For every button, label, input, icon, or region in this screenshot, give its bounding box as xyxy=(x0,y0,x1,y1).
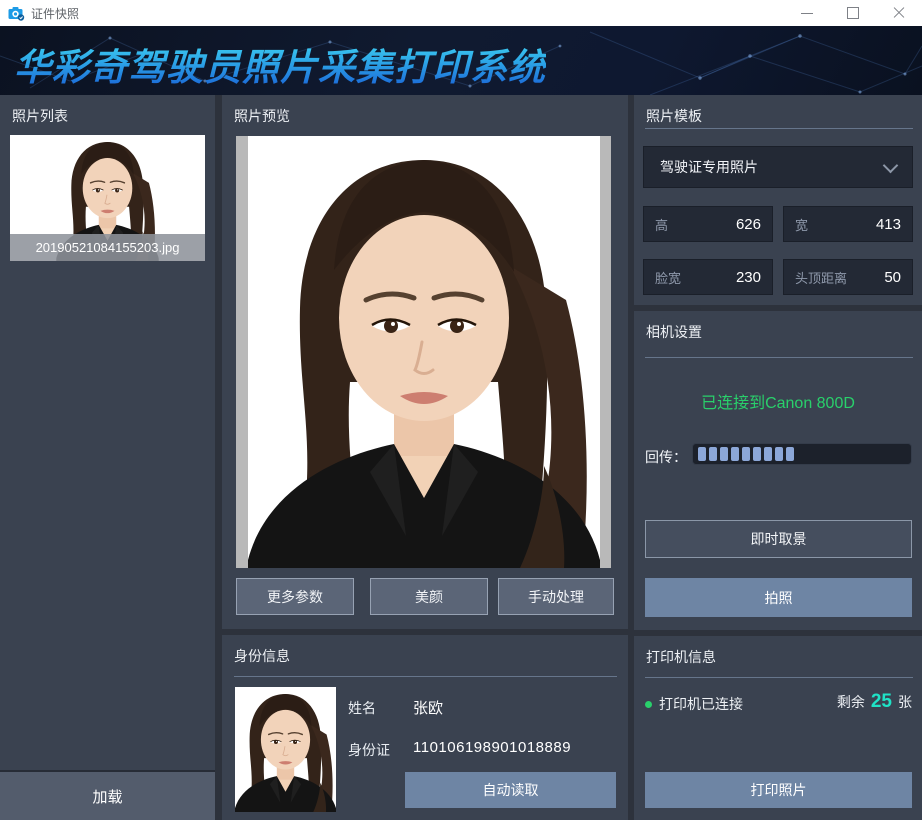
window-title: 证件快照 xyxy=(31,5,79,22)
height-value: 626 xyxy=(736,216,761,233)
auto-read-button[interactable]: 自动读取 xyxy=(405,772,616,808)
print-photo-button[interactable]: 打印照片 xyxy=(645,772,912,808)
camera-title: 相机设置 xyxy=(646,322,702,342)
preview-title: 照片预览 xyxy=(234,106,290,126)
identity-portrait xyxy=(235,687,336,812)
head-margin-value: 50 xyxy=(884,269,901,286)
face-width-field[interactable]: 脸宽 230 xyxy=(643,259,773,295)
template-title: 照片模板 xyxy=(646,106,702,126)
template-selected-value: 驾驶证专用照片 xyxy=(660,157,758,177)
manual-process-button[interactable]: 手动处理 xyxy=(498,578,614,615)
printer-connected-dot-icon xyxy=(645,701,652,708)
close-icon xyxy=(893,7,905,19)
remaining-prefix: 剩余 xyxy=(837,692,865,712)
close-button[interactable] xyxy=(876,0,922,26)
name-label: 姓名 xyxy=(348,698,376,718)
preview-area xyxy=(236,136,611,568)
load-button[interactable]: 加载 xyxy=(0,770,215,820)
photo-template-panel: 照片模板 驾驶证专用照片 高 626 宽 413 脸宽 230 头顶距离 50 xyxy=(634,95,922,305)
printer-divider xyxy=(645,677,913,678)
remaining-count: 25 xyxy=(871,691,892,713)
live-view-button[interactable]: 即时取景 xyxy=(645,520,912,558)
camera-divider xyxy=(645,357,913,358)
transfer-label: 回传： xyxy=(645,447,687,467)
width-label: 宽 xyxy=(795,215,808,234)
printer-info-panel: 打印机信息 打印机已连接 剩余 25 张 打印照片 xyxy=(634,636,922,820)
identity-title: 身份信息 xyxy=(234,646,290,666)
photo-preview-panel: 照片预览 更多参数 美颜 手动处理 xyxy=(222,95,628,629)
app-banner: 华彩奇驾驶员照片采集打印系统 xyxy=(0,26,922,95)
transfer-progress xyxy=(692,443,912,465)
camera-status-text: 已连接到Canon 800D xyxy=(634,389,922,413)
remaining-suffix: 张 xyxy=(898,692,912,712)
minimize-icon xyxy=(801,13,813,14)
app-title: 华彩奇驾驶员照片采集打印系统 xyxy=(14,37,546,91)
width-value: 413 xyxy=(876,216,901,233)
width-field[interactable]: 宽 413 xyxy=(783,206,913,242)
head-margin-label: 头顶距离 xyxy=(795,268,847,287)
remaining-sheets: 剩余 25 张 xyxy=(837,691,912,713)
face-width-value: 230 xyxy=(736,269,761,286)
name-value: 张欧 xyxy=(413,697,443,718)
identity-divider xyxy=(234,676,617,677)
identity-panel: 身份信息 姓名 张欧 身份证 110106198901018889 自动读取 xyxy=(222,635,628,820)
template-select[interactable]: 驾驶证专用照片 xyxy=(643,146,913,188)
face-width-label: 脸宽 xyxy=(655,268,681,287)
title-bar: 证件快照 xyxy=(0,0,922,26)
height-field[interactable]: 高 626 xyxy=(643,206,773,242)
thumbnail-filename: 20190521084155203.jpg xyxy=(10,234,205,261)
template-divider xyxy=(645,128,913,129)
head-margin-field[interactable]: 头顶距离 50 xyxy=(783,259,913,295)
camera-settings-panel: 相机设置 已连接到Canon 800D 回传： 即时取景 拍照 xyxy=(634,311,922,630)
window-controls xyxy=(784,0,922,26)
preview-portrait xyxy=(248,136,600,568)
photo-list-item[interactable]: 20190521084155203.jpg xyxy=(10,135,205,261)
id-number-label: 身份证 xyxy=(348,740,390,760)
app-icon xyxy=(8,6,25,21)
maximize-button[interactable] xyxy=(830,0,876,26)
chevron-down-icon xyxy=(883,158,899,174)
preview-photo xyxy=(248,136,600,568)
more-params-button[interactable]: 更多参数 xyxy=(236,578,354,615)
photo-list-panel: 照片列表 20190521084155203.jpg 加载 xyxy=(0,95,215,820)
height-label: 高 xyxy=(655,215,668,234)
id-number-value: 110106198901018889 xyxy=(413,739,571,756)
capture-button[interactable]: 拍照 xyxy=(645,578,912,617)
photo-list-title: 照片列表 xyxy=(12,106,68,126)
printer-status-text: 打印机已连接 xyxy=(659,694,743,714)
printer-title: 打印机信息 xyxy=(646,647,716,667)
minimize-button[interactable] xyxy=(784,0,830,26)
maximize-icon xyxy=(847,7,859,19)
beauty-button[interactable]: 美颜 xyxy=(370,578,488,615)
identity-photo xyxy=(235,687,336,812)
